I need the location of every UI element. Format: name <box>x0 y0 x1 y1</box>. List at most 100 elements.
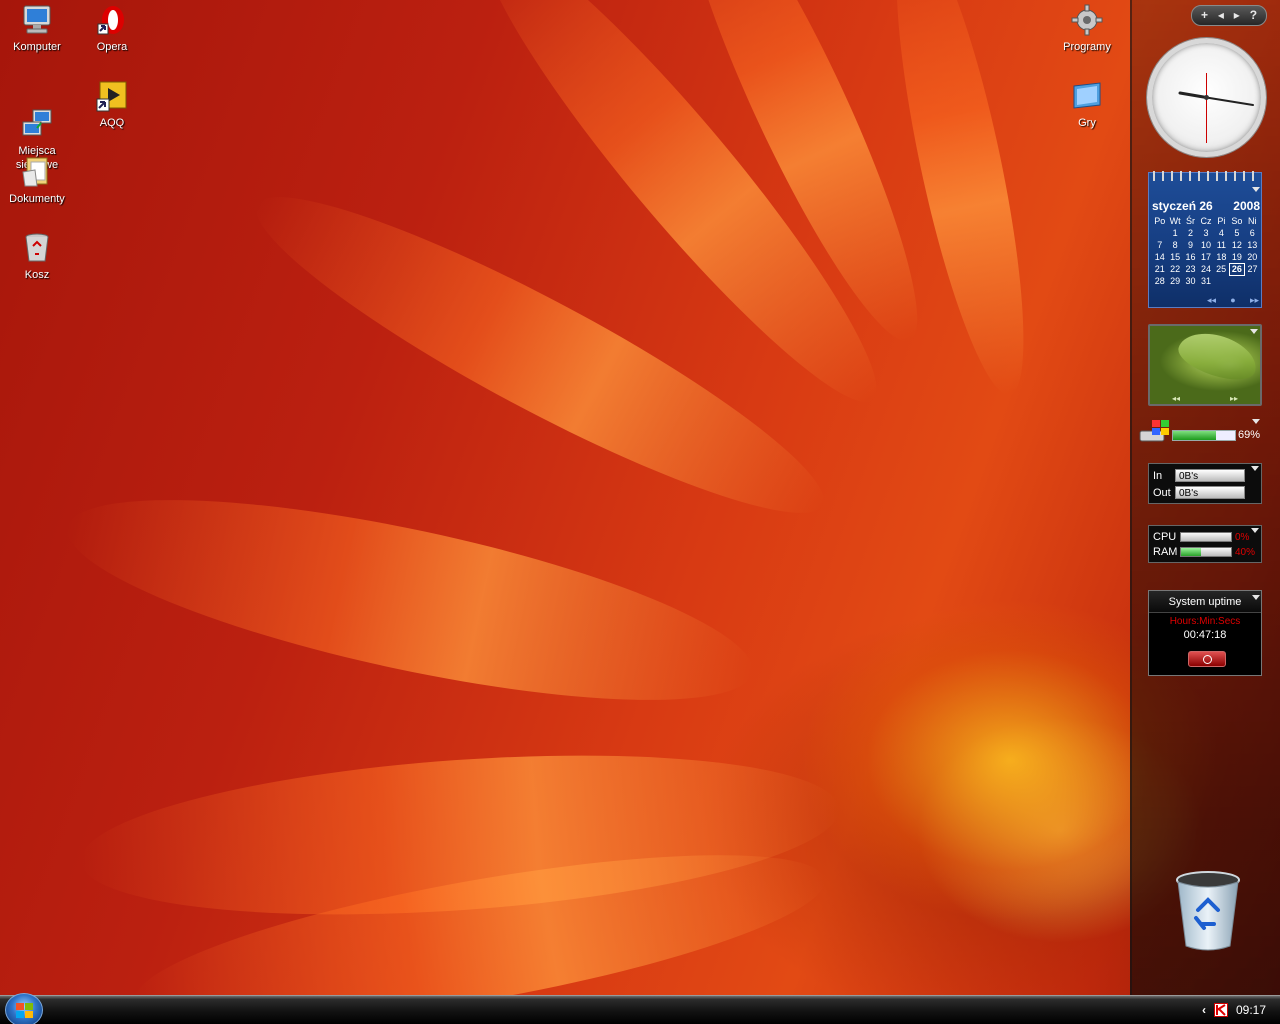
calendar-day[interactable]: 15 <box>1167 251 1182 263</box>
calendar-week: 14 15 16 17 18 19 20 <box>1152 251 1260 263</box>
network-in-value: 0B's <box>1175 469 1245 482</box>
calendar-day[interactable]: 13 <box>1245 239 1260 251</box>
calendar-day[interactable]: 20 <box>1245 251 1260 263</box>
calendar-week: 21 22 23 24 25 26 27 <box>1152 262 1260 276</box>
today-dot-icon[interactable]: ● <box>1230 295 1235 306</box>
chevron-down-icon[interactable] <box>1252 187 1260 192</box>
calendar-day[interactable]: 2 <box>1183 227 1198 239</box>
calendar-day[interactable]: 31 <box>1198 275 1213 287</box>
leaf-photo <box>1173 324 1263 388</box>
recycle-bin-icon <box>1176 871 1240 951</box>
network-meter-gadget[interactable]: In 0B's Out 0B's <box>1148 463 1262 504</box>
disk-usage-gadget[interactable]: 69% <box>1138 419 1262 449</box>
desktop-icon-label: AQQ <box>99 117 125 129</box>
calendar-day[interactable]: 21 <box>1152 263 1167 275</box>
desktop-icon-recycle-bin[interactable]: Kosz <box>1 232 73 282</box>
network-out-label: Out <box>1153 486 1171 499</box>
show-hidden-icons-button[interactable]: ‹ <box>1202 1003 1206 1017</box>
desktop-icon-aqq[interactable]: AQQ <box>76 80 148 130</box>
desktop-icon-opera[interactable]: Opera <box>76 4 148 54</box>
calendar-day[interactable]: 1 <box>1167 227 1182 239</box>
calendar-day[interactable]: 7 <box>1152 239 1167 251</box>
power-button[interactable] <box>1188 651 1226 667</box>
calendar-day[interactable]: 26 <box>1228 262 1246 276</box>
calendar-day[interactable]: 27 <box>1245 263 1260 275</box>
cpu-ram-meter-gadget[interactable]: CPU 0% RAM 40% <box>1148 525 1262 563</box>
desktop-icon-label: Kosz <box>24 269 50 281</box>
previous-image-icon[interactable]: ◂◂ <box>1172 394 1180 403</box>
disk-usage-fill <box>1173 431 1216 440</box>
calendar-day[interactable]: 28 <box>1152 275 1167 287</box>
calendar-day[interactable]: 3 <box>1198 227 1213 239</box>
forward-icon[interactable]: ▸▸ <box>1250 295 1259 306</box>
calendar-day[interactable]: 19 <box>1229 251 1244 263</box>
chevron-down-icon[interactable] <box>1251 466 1259 471</box>
calendar-gadget[interactable]: styczeń 26 2008 Po Wt Śr Cz Pi So Ni 123456789… <box>1148 171 1262 308</box>
cpu-bar <box>1180 532 1232 542</box>
games-icon <box>1071 80 1103 112</box>
calendar-day[interactable]: 18 <box>1214 251 1229 263</box>
help-button[interactable]: ? <box>1250 6 1257 25</box>
calendar-day[interactable]: 5 <box>1229 227 1244 239</box>
calendar-day[interactable]: 14 <box>1152 251 1167 263</box>
chevron-down-icon[interactable] <box>1252 419 1260 424</box>
chevron-down-icon[interactable] <box>1250 329 1258 334</box>
next-page-button[interactable]: ▸ <box>1234 6 1240 25</box>
calendar-day[interactable]: 25 <box>1214 263 1229 275</box>
calendar-day[interactable]: 12 <box>1229 239 1244 251</box>
calendar-day[interactable]: 17 <box>1198 251 1213 263</box>
clock-hour-hand <box>1178 91 1208 99</box>
disk-usage-value: 69% <box>1238 429 1261 441</box>
slideshow-gadget[interactable]: ◂◂ ▸▸ <box>1148 324 1263 406</box>
calendar-day[interactable]: 6 <box>1245 227 1260 239</box>
chevron-down-icon[interactable] <box>1251 528 1259 533</box>
calendar-weekday: Pi <box>1217 216 1226 226</box>
clock-gadget[interactable] <box>1147 38 1266 157</box>
calendar-day[interactable]: 29 <box>1167 275 1182 287</box>
sidebar-recycle-bin[interactable] <box>1174 870 1242 954</box>
calendar-day[interactable]: 9 <box>1183 239 1198 251</box>
calendar-day <box>1245 275 1260 287</box>
calendar-day[interactable]: 16 <box>1183 251 1198 263</box>
windows-drive-icon <box>1139 420 1169 442</box>
kaspersky-tray-icon[interactable] <box>1213 1003 1228 1017</box>
disk-usage-bar <box>1172 430 1236 441</box>
taskbar: ‹ 09:17 <box>0 993 1280 1024</box>
system-uptime-gadget[interactable]: System uptime Hours:Min:Secs 00:47:18 <box>1148 590 1262 676</box>
calendar-day[interactable]: 11 <box>1214 239 1229 251</box>
calendar-day[interactable]: 30 <box>1183 275 1198 287</box>
desktop-icon-documents[interactable]: Dokumenty <box>1 156 73 206</box>
calendar-week: 123456 <box>1152 227 1260 239</box>
calendar-weekday: Wt <box>1169 216 1181 226</box>
add-gadget-button[interactable]: + <box>1201 6 1208 25</box>
desktop-icon-label: Dokumenty <box>9 193 65 205</box>
computer-icon <box>21 4 53 36</box>
calendar-weekday: So <box>1231 216 1243 226</box>
uptime-units: Hours:Min:Secs <box>1169 616 1241 627</box>
rewind-icon[interactable]: ◂◂ <box>1207 295 1216 306</box>
calendar-nav: ◂◂ ● ▸▸ <box>1207 295 1259 306</box>
calendar-day[interactable]: 22 <box>1167 263 1182 275</box>
previous-page-button[interactable]: ◂ <box>1218 6 1224 25</box>
sidebar-toolbar: + ◂ ▸ ? <box>1191 5 1267 26</box>
desktop-icon-games[interactable]: Gry <box>1051 80 1123 130</box>
desktop-icon-programs[interactable]: Programy <box>1051 4 1123 54</box>
uptime-title: System uptime <box>1149 591 1261 613</box>
next-image-icon[interactable]: ▸▸ <box>1230 394 1238 403</box>
calendar-day[interactable]: 10 <box>1198 239 1213 251</box>
gear-icon <box>1071 4 1103 36</box>
calendar-day[interactable]: 8 <box>1167 239 1182 251</box>
calendar-day[interactable]: 4 <box>1214 227 1229 239</box>
chevron-down-icon[interactable] <box>1252 595 1260 600</box>
network-in-label: In <box>1153 469 1163 482</box>
calendar-month: styczeń 26 <box>1152 199 1213 213</box>
desktop-icon-label: Komputer <box>13 41 61 53</box>
start-button[interactable] <box>5 993 43 1024</box>
desktop-icon-computer[interactable]: Komputer <box>1 4 73 54</box>
desktop-icon-label: Programy <box>1063 41 1111 53</box>
taskbar-clock[interactable]: 09:17 <box>1236 1003 1266 1017</box>
calendar-header: styczeń 26 2008 <box>1152 199 1260 213</box>
calendar-day[interactable]: 24 <box>1198 263 1213 275</box>
calendar-day[interactable]: 23 <box>1183 263 1198 275</box>
network-out-value: 0B's <box>1175 486 1245 499</box>
